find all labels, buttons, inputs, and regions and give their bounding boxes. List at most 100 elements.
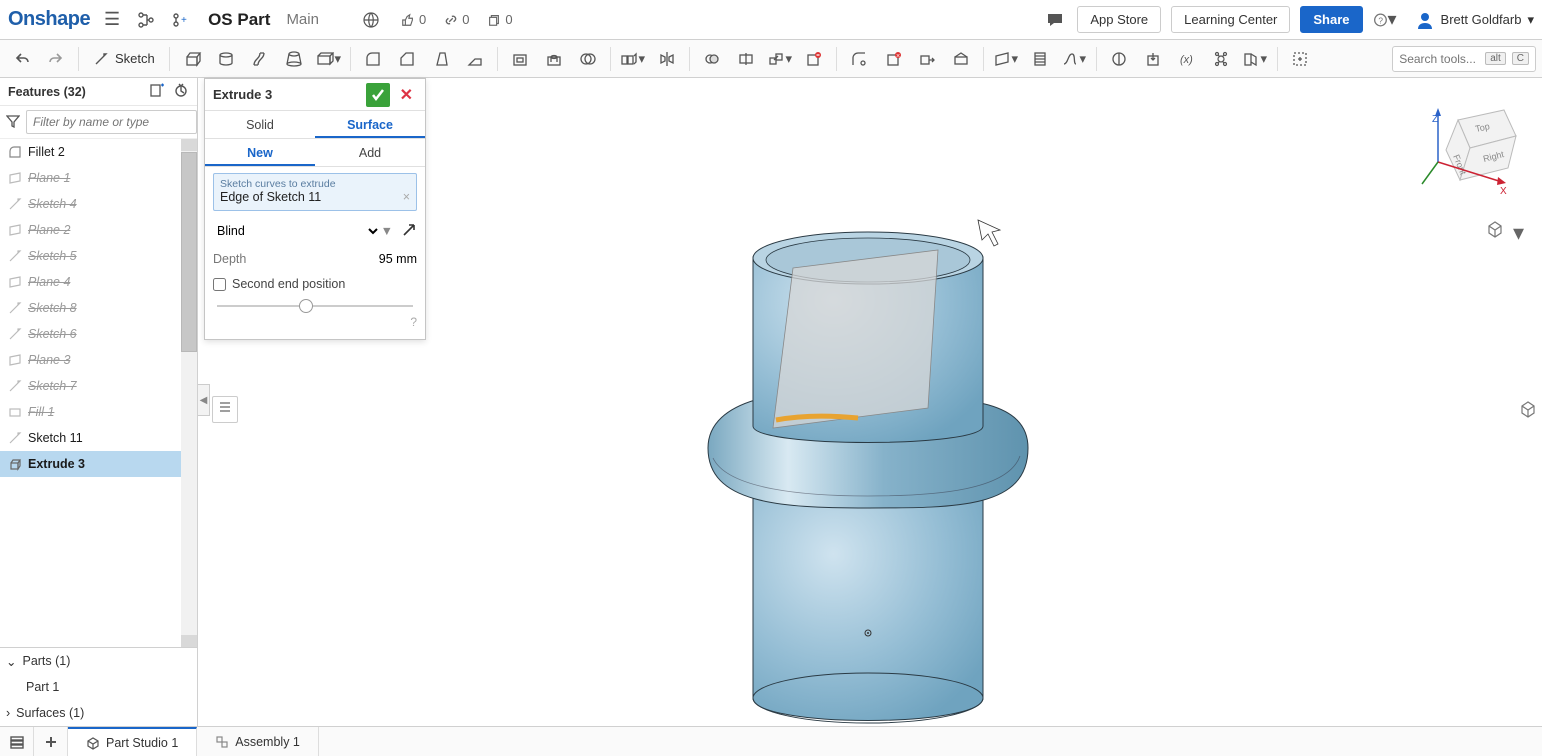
rib-tool[interactable] [459,44,491,74]
user-menu[interactable]: Brett Goldfarb ▾ [1415,10,1534,30]
view-cube[interactable]: Top Front Right Z X [1418,92,1528,202]
app-store-button[interactable]: App Store [1077,6,1161,33]
plane-tool[interactable]: ▾ [990,44,1022,74]
scroll-down-icon[interactable] [181,635,197,647]
tab-solid[interactable]: Solid [205,111,315,138]
tab-part-studio[interactable]: Part Studio 1 [68,727,197,756]
feature-item[interactable]: Sketch 8 [0,295,197,321]
document-branch[interactable]: Main [286,11,319,28]
search-tools[interactable]: alt C [1392,46,1536,72]
likes-count[interactable]: 0 [401,12,426,27]
document-title[interactable]: OS Part [208,10,270,30]
sweep-tool[interactable] [244,44,276,74]
variable-tool[interactable]: (x) [1171,44,1203,74]
depth-input[interactable] [337,252,417,266]
comments-icon[interactable] [1043,8,1067,32]
isometric-icon[interactable] [1518,398,1540,426]
links-count[interactable]: 0 [444,12,469,27]
tab-assembly[interactable]: Assembly 1 [197,727,319,756]
tab-add[interactable]: Add [315,139,425,166]
feature-item[interactable]: Sketch 4 [0,191,197,217]
cancel-button[interactable]: ✕ [396,85,417,105]
section-tool[interactable] [1103,44,1135,74]
feature-item[interactable]: Plane 4 [0,269,197,295]
rollback-icon[interactable] [173,82,189,101]
tree-icon[interactable] [134,8,158,32]
scrollbar-thumb[interactable] [181,152,197,352]
feature-item[interactable]: Sketch 7 [0,373,197,399]
insert-icon[interactable]: + [168,8,192,32]
part-item[interactable]: Part 1 [0,674,197,700]
add-tab-button[interactable] [34,727,68,756]
loft-tool[interactable] [278,44,310,74]
curve-tool[interactable]: ▾ [1058,44,1090,74]
feature-item[interactable]: Extrude 3 [0,451,197,477]
direction-toggle-icon[interactable] [401,222,417,241]
dialog-header[interactable]: Extrude 3 ✕ [205,79,425,111]
copies-count[interactable]: 0 [487,12,512,27]
modify-fillet-tool[interactable] [843,44,875,74]
transform-tool[interactable]: ▾ [764,44,796,74]
feature-item[interactable]: Fillet 2 [0,139,197,165]
pattern-tool[interactable]: ▾ [617,44,649,74]
tab-manager-button[interactable] [0,727,34,756]
second-end-checkbox[interactable] [213,278,226,291]
clear-selection-icon[interactable]: × [403,190,410,204]
accept-button[interactable] [366,83,390,107]
move-face-tool[interactable] [911,44,943,74]
hamburger-icon[interactable]: ☰ [100,8,124,32]
logo[interactable]: Onshape [8,8,90,31]
chamfer-tool[interactable] [391,44,423,74]
draft-slider[interactable] [213,299,417,313]
share-button[interactable]: Share [1300,6,1362,33]
panel-collapse-handle[interactable]: ◀ [198,384,210,416]
sketch-button[interactable]: Sketch [85,51,163,67]
learning-center-button[interactable]: Learning Center [1171,6,1290,33]
globe-icon[interactable] [359,8,383,32]
part-3d-model[interactable] [658,138,1078,726]
help-icon[interactable]: ? ▾ [1373,8,1397,32]
feature-item[interactable]: Plane 3 [0,347,197,373]
fillet-tool[interactable] [357,44,389,74]
feature-item[interactable]: Plane 2 [0,217,197,243]
undo-button[interactable] [6,44,38,74]
second-end-row[interactable]: Second end position [213,277,417,291]
parts-group[interactable]: ⌄Parts (1) [0,648,197,674]
shell-tool[interactable] [504,44,536,74]
scroll-up-icon[interactable] [181,139,197,151]
helix-tool[interactable] [1024,44,1056,74]
hole-tool[interactable] [538,44,570,74]
selection-box[interactable]: Sketch curves to extrude Edge of Sketch … [213,173,417,211]
replace-face-tool[interactable] [945,44,977,74]
feature-item[interactable]: Sketch 11 [0,425,197,451]
add-feature-icon[interactable] [149,82,165,101]
feature-item[interactable]: Sketch 5 [0,243,197,269]
redo-button[interactable] [40,44,72,74]
draft-tool[interactable] [425,44,457,74]
surfaces-group[interactable]: ›Surfaces (1) [0,700,197,726]
search-input[interactable] [1399,52,1479,66]
filter-icon[interactable] [6,114,20,131]
feature-item[interactable]: Fill 1 [0,399,197,425]
boolean2-tool[interactable] [696,44,728,74]
mirror-tool[interactable] [651,44,683,74]
feature-item[interactable]: Plane 1 [0,165,197,191]
tab-surface[interactable]: Surface [315,111,425,138]
tab-new[interactable]: New [205,139,315,166]
feature-item[interactable]: Sketch 6 [0,321,197,347]
end-type-select[interactable]: Blind [213,223,381,239]
delete-face-tool[interactable] [798,44,830,74]
slider-thumb[interactable] [299,299,313,313]
revolve-tool[interactable] [210,44,242,74]
feature-filter-input[interactable] [26,110,197,134]
list-view-icon[interactable] [212,396,238,423]
extrude-tool[interactable] [176,44,208,74]
split-tool[interactable] [730,44,762,74]
view-cube-menu[interactable]: ▾ [1485,218,1524,246]
custom-feature-tool[interactable] [1205,44,1237,74]
delete-face2-tool[interactable]: × [877,44,909,74]
import-tool[interactable] [1137,44,1169,74]
select-tool[interactable] [1284,44,1316,74]
thicken-tool[interactable]: ▾ [312,44,344,74]
scrollbar-track[interactable] [181,139,197,647]
